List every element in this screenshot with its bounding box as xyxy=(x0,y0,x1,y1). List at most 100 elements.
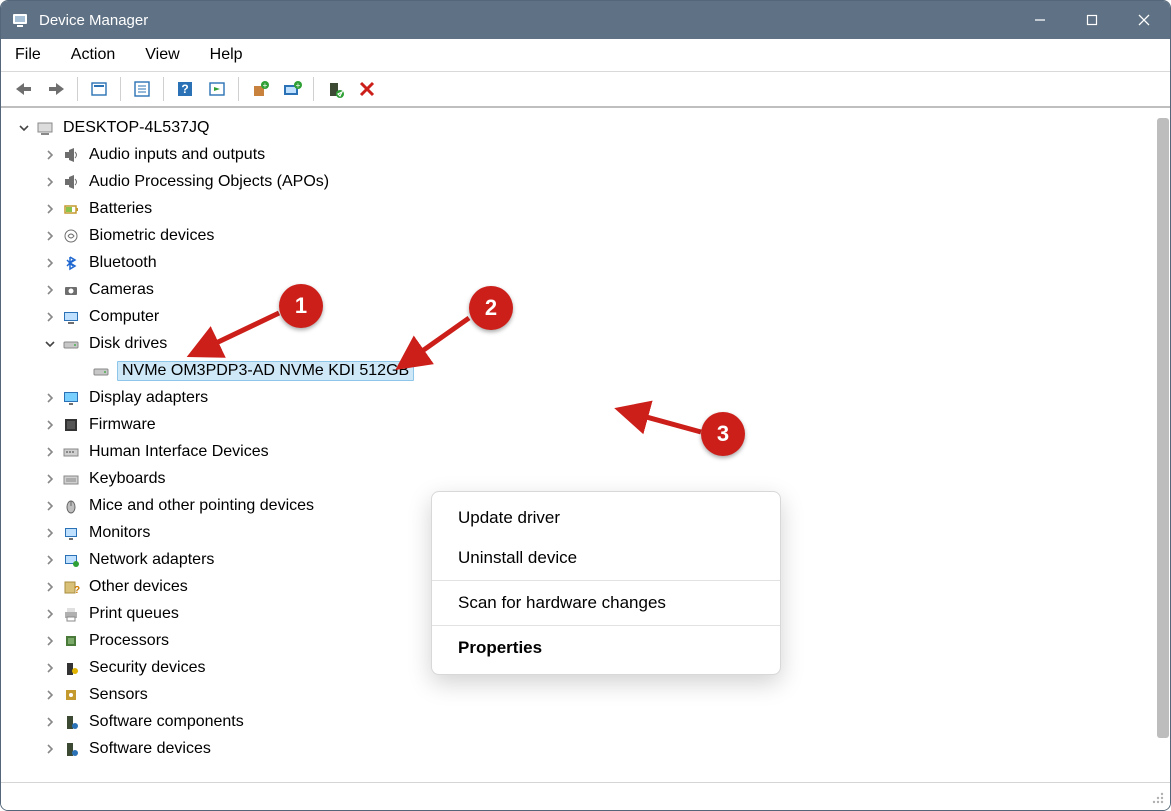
chevron-right-icon[interactable] xyxy=(41,281,59,299)
firmware-icon xyxy=(61,415,81,435)
chevron-right-icon[interactable] xyxy=(71,362,89,380)
tree-item-label: Firmware xyxy=(87,416,158,434)
chevron-right-icon[interactable] xyxy=(41,632,59,650)
cpu-icon xyxy=(61,631,81,651)
tree-item-label: Software devices xyxy=(87,740,213,758)
menu-action[interactable]: Action xyxy=(67,42,119,68)
tree-root[interactable]: DESKTOP-4L537JQ xyxy=(11,114,1152,141)
chevron-right-icon[interactable] xyxy=(41,659,59,677)
chevron-right-icon[interactable] xyxy=(41,416,59,434)
tree-item-software-devices[interactable]: Software devices xyxy=(11,735,1152,762)
chevron-right-icon[interactable] xyxy=(41,389,59,407)
mouse-icon xyxy=(61,496,81,516)
tree-item-sensors[interactable]: Sensors xyxy=(11,681,1152,708)
chevron-down-icon[interactable] xyxy=(15,119,33,137)
chevron-right-icon[interactable] xyxy=(41,551,59,569)
tree-item-audio-processing-objects-apos[interactable]: Audio Processing Objects (APOs) xyxy=(11,168,1152,195)
chevron-right-icon[interactable] xyxy=(41,254,59,272)
chevron-right-icon[interactable] xyxy=(41,443,59,461)
tree-item-keyboards[interactable]: Keyboards xyxy=(11,465,1152,492)
forward-button[interactable] xyxy=(41,75,71,103)
speaker-icon xyxy=(61,172,81,192)
tree-item-label: Network adapters xyxy=(87,551,216,569)
tree-item-human-interface-devices[interactable]: Human Interface Devices xyxy=(11,438,1152,465)
show-hidden-button[interactable] xyxy=(84,75,114,103)
back-button[interactable] xyxy=(9,75,39,103)
add-hardware-button[interactable]: + xyxy=(277,75,307,103)
camera-icon xyxy=(61,280,81,300)
tree-item-batteries[interactable]: Batteries xyxy=(11,195,1152,222)
software-icon xyxy=(61,712,81,732)
tree-item-biometric-devices[interactable]: Biometric devices xyxy=(11,222,1152,249)
disk-icon xyxy=(61,334,81,354)
chevron-right-icon[interactable] xyxy=(41,308,59,326)
chevron-right-icon[interactable] xyxy=(41,173,59,191)
hid-icon xyxy=(61,442,81,462)
chevron-right-icon[interactable] xyxy=(41,686,59,704)
chevron-right-icon[interactable] xyxy=(41,578,59,596)
menu-file[interactable]: File xyxy=(11,42,45,68)
properties-button[interactable] xyxy=(127,75,157,103)
chevron-right-icon[interactable] xyxy=(41,497,59,515)
chevron-right-icon[interactable] xyxy=(41,524,59,542)
printer-icon xyxy=(61,604,81,624)
ctx-separator xyxy=(432,625,780,626)
chevron-right-icon[interactable] xyxy=(41,200,59,218)
chevron-down-icon[interactable] xyxy=(41,335,59,353)
keyboard-icon xyxy=(61,469,81,489)
toolbar: ? + + xyxy=(1,71,1170,107)
tree-item-label: Monitors xyxy=(87,524,152,542)
tree-item-label: Processors xyxy=(87,632,171,650)
statusbar xyxy=(1,782,1170,810)
tree-item-computer[interactable]: Computer xyxy=(11,303,1152,330)
menu-help[interactable]: Help xyxy=(206,42,247,68)
menubar: File Action View Help xyxy=(1,39,1170,71)
display-icon xyxy=(61,388,81,408)
computer-icon xyxy=(61,307,81,327)
resize-grip-icon xyxy=(1148,788,1166,806)
chevron-right-icon[interactable] xyxy=(41,605,59,623)
app-icon xyxy=(11,11,29,29)
tree-item-software-components[interactable]: Software components xyxy=(11,708,1152,735)
ctx-scan-hardware[interactable]: Scan for hardware changes xyxy=(432,583,780,623)
chevron-right-icon[interactable] xyxy=(41,227,59,245)
tree-item-display-adapters[interactable]: Display adapters xyxy=(11,384,1152,411)
tree-item-label: Biometric devices xyxy=(87,227,216,245)
bluetooth-icon xyxy=(61,253,81,273)
ctx-uninstall-device[interactable]: Uninstall device xyxy=(432,538,780,578)
tree-item-label: Audio inputs and outputs xyxy=(87,146,267,164)
scrollbar-thumb[interactable] xyxy=(1157,118,1169,738)
chevron-right-icon[interactable] xyxy=(41,470,59,488)
menu-view[interactable]: View xyxy=(141,42,183,68)
tree-item-label: Mice and other pointing devices xyxy=(87,497,316,515)
tree-item-firmware[interactable]: Firmware xyxy=(11,411,1152,438)
tree-item-disk-drives[interactable]: Disk drives xyxy=(11,330,1152,357)
device-tree[interactable]: DESKTOP-4L537JQ Audio inputs and outputs A… xyxy=(1,108,1170,810)
tree-item-cameras[interactable]: Cameras xyxy=(11,276,1152,303)
chevron-right-icon[interactable] xyxy=(41,740,59,758)
ctx-separator xyxy=(432,580,780,581)
monitor-icon xyxy=(61,523,81,543)
chevron-right-icon[interactable] xyxy=(41,146,59,164)
scan-button[interactable] xyxy=(202,75,232,103)
tree-item-nvme-om3pdp3-ad-nvme-kdi-512gb[interactable]: NVMe OM3PDP3-AD NVMe KDI 512GB xyxy=(11,357,1152,384)
maximize-button[interactable] xyxy=(1066,1,1118,39)
uninstall-button[interactable] xyxy=(352,75,382,103)
content-area: DESKTOP-4L537JQ Audio inputs and outputs A… xyxy=(1,107,1170,810)
vertical-scrollbar[interactable] xyxy=(1157,118,1169,780)
chevron-right-icon[interactable] xyxy=(41,713,59,731)
tree-item-audio-inputs-and-outputs[interactable]: Audio inputs and outputs xyxy=(11,141,1152,168)
minimize-button[interactable] xyxy=(1014,1,1066,39)
tree-item-label: Software components xyxy=(87,713,246,731)
close-button[interactable] xyxy=(1118,1,1170,39)
window-title: Device Manager xyxy=(39,12,148,29)
update-driver-button[interactable]: + xyxy=(245,75,275,103)
help-button[interactable]: ? xyxy=(170,75,200,103)
software-icon xyxy=(61,739,81,759)
tree-item-label: Print queues xyxy=(87,605,181,623)
enable-button[interactable] xyxy=(320,75,350,103)
speaker-icon xyxy=(61,145,81,165)
ctx-properties[interactable]: Properties xyxy=(432,628,780,668)
ctx-update-driver[interactable]: Update driver xyxy=(432,498,780,538)
tree-item-bluetooth[interactable]: Bluetooth xyxy=(11,249,1152,276)
